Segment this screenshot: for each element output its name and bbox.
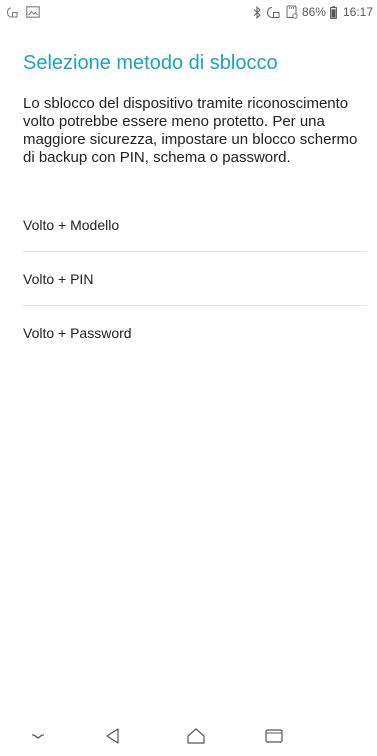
home-icon xyxy=(186,727,206,745)
option-label: Volto + Password xyxy=(23,325,132,341)
collapse-icon xyxy=(31,731,45,741)
option-face-pattern[interactable]: Volto + Modello xyxy=(0,198,377,252)
unlock-method-list: Volto + Modello Volto + PIN Volto + Pass… xyxy=(0,198,377,360)
battery-icon xyxy=(330,5,337,19)
collapse-button[interactable] xyxy=(20,722,56,750)
unlock-description: Lo sblocco del dispositivo tramite ricon… xyxy=(23,95,358,166)
status-bar: 86% 16:17 xyxy=(0,0,377,24)
recents-button[interactable] xyxy=(256,722,292,750)
recents-icon xyxy=(264,728,284,744)
option-label: Volto + PIN xyxy=(23,271,94,287)
back-button[interactable] xyxy=(95,722,131,750)
home-button[interactable] xyxy=(178,722,214,750)
data-saver-icon xyxy=(266,6,281,19)
option-face-pin[interactable]: Volto + PIN xyxy=(0,252,377,306)
option-face-password[interactable]: Volto + Password xyxy=(0,306,377,360)
image-notification-icon xyxy=(26,6,40,18)
screenshot-capture-icon xyxy=(6,6,19,19)
back-icon xyxy=(104,727,122,745)
clock: 16:17 xyxy=(342,5,373,19)
status-bar-left xyxy=(6,6,40,19)
status-bar-right: 86% 16:17 xyxy=(252,5,373,19)
option-label: Volto + Modello xyxy=(23,217,120,233)
page-title: Selezione metodo di sblocco xyxy=(23,52,278,74)
sd-card-icon xyxy=(285,5,298,19)
battery-percentage: 86% xyxy=(301,5,326,19)
navigation-bar xyxy=(0,716,377,756)
bluetooth-icon xyxy=(252,5,262,19)
